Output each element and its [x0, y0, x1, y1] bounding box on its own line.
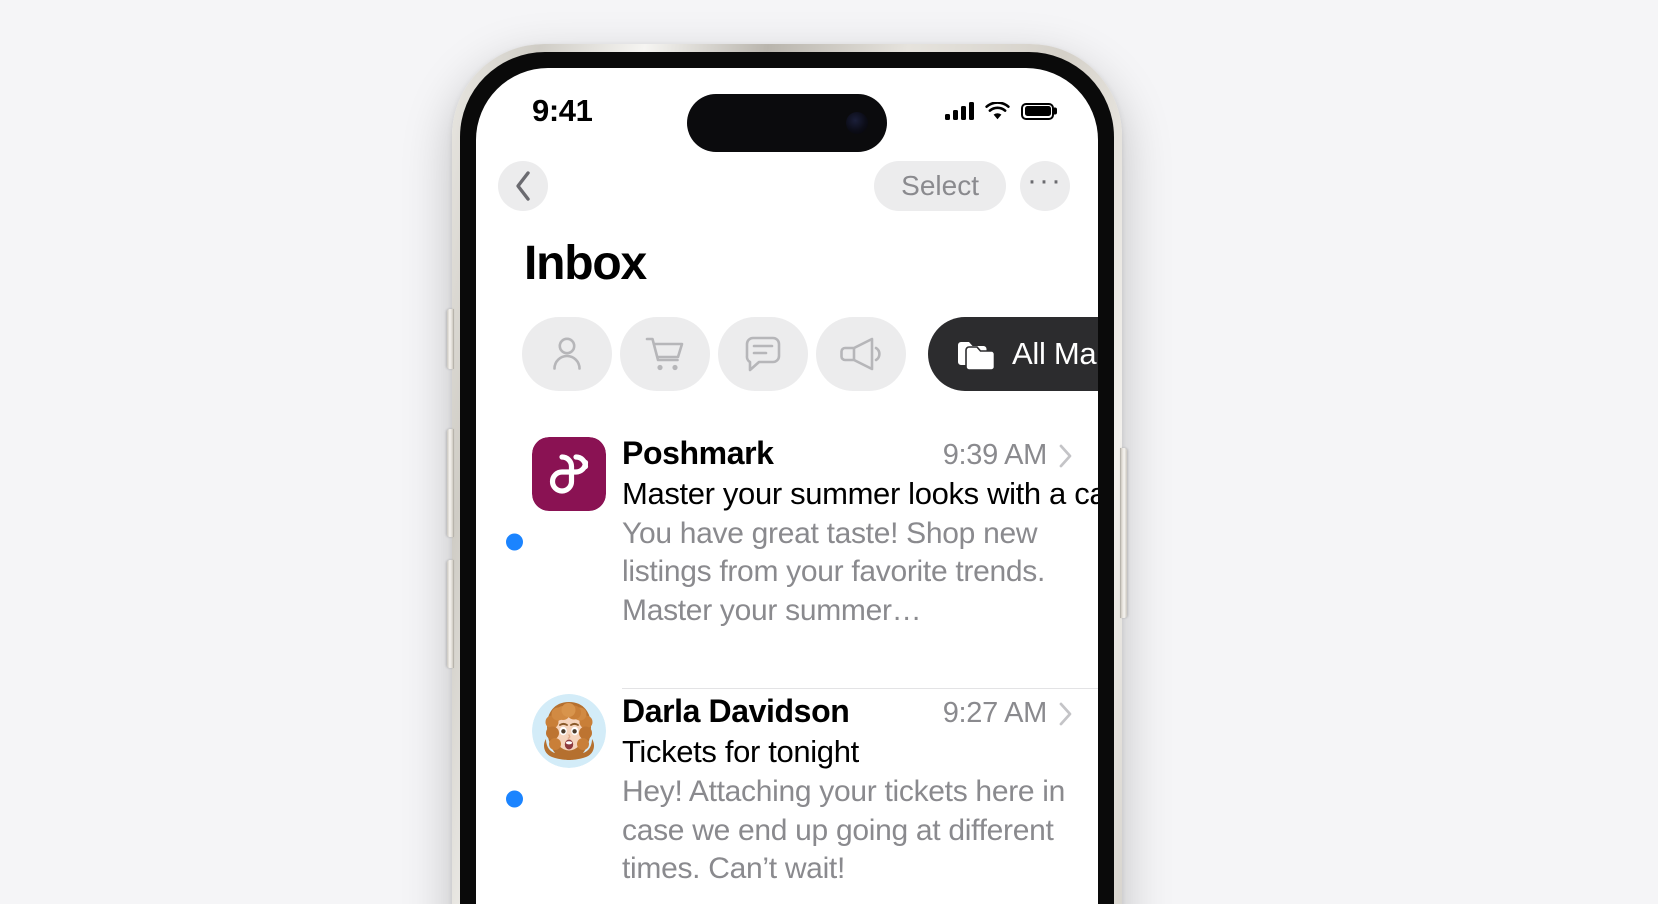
filter-chip-all-mail[interactable]: All Mail [928, 317, 1098, 391]
volume-down-button[interactable] [447, 560, 454, 668]
chevron-right-icon[interactable] [1058, 701, 1074, 727]
side-power-button[interactable] [1120, 448, 1127, 618]
unread-indicator [506, 790, 523, 808]
mail-list: Poshmark 9:39 AM Master your summer look… [476, 413, 1098, 904]
table-row[interactable]: Poshmark 9:39 AM Master your summer look… [476, 413, 1098, 670]
memoji-avatar [532, 694, 606, 769]
back-button[interactable] [498, 161, 548, 211]
select-button[interactable]: Select [874, 161, 1006, 211]
mail-timestamp: 9:39 AM [942, 439, 1048, 471]
mail-row-content: Darla Davidson 9:27 AM Tickets for tonig… [622, 688, 1098, 904]
mail-subject: Tickets for tonight [622, 734, 859, 770]
poshmark-logo [532, 437, 606, 511]
avatar [532, 694, 606, 769]
device-screen: 9:41 Select ··· Inbox All Ma Poshmark 9:… [476, 68, 1098, 904]
mail-row-meta: 9:39 AM [943, 439, 1098, 472]
screenshot-stage: 9:41 Select ··· Inbox All Ma Poshmark 9:… [0, 0, 1658, 904]
status-bar-indicators [945, 101, 1054, 121]
mail-sender: Poshmark [622, 435, 774, 471]
more-options-button[interactable]: ··· [1020, 161, 1070, 211]
all-mail-label: All Mail [1012, 336, 1098, 371]
avatar [532, 437, 606, 511]
battery-icon [1021, 102, 1054, 120]
chevron-right-icon[interactable] [1058, 443, 1074, 469]
action-button[interactable] [447, 309, 454, 369]
filter-chip-row: All Mail [476, 291, 1098, 391]
volume-up-button[interactable] [447, 429, 454, 537]
dynamic-island [687, 94, 887, 152]
mail-row-header: Poshmark 9:39 AM [622, 435, 1098, 472]
mail-timestamp: 9:27 AM [942, 697, 1048, 730]
folder-stack-icon [958, 342, 996, 371]
device-bezel: 9:41 Select ··· Inbox All Ma Poshmark 9:… [460, 52, 1114, 904]
filter-chip-updates[interactable] [718, 317, 808, 391]
page-title: Inbox [524, 237, 647, 290]
iphone-device-frame: 9:41 Select ··· Inbox All Ma Poshmark 9:… [447, 44, 1127, 904]
person-icon [553, 337, 581, 370]
navigation-bar: Select ··· [476, 146, 1098, 220]
mail-app: 9:41 Select ··· Inbox All Ma Poshmark 9:… [476, 68, 1098, 904]
shopping-cart-icon [645, 337, 684, 371]
status-bar: 9:41 [476, 68, 1098, 152]
status-bar-clock: 9:41 [532, 93, 593, 128]
unread-indicator [506, 533, 523, 551]
mail-subject: Master your summer looks with a capsule… [622, 476, 1098, 511]
cellular-signal-icon [945, 102, 974, 120]
megaphone-icon [840, 337, 881, 371]
mail-preview: You have great taste! Shop new listings … [622, 517, 1045, 627]
mail-preview: Hey! Attaching your tickets here in case… [622, 775, 1066, 885]
message-bubble-icon [745, 336, 781, 372]
mail-row-content: Poshmark 9:39 AM Master your summer look… [622, 431, 1098, 652]
mail-sender: Darla Davidson [622, 693, 850, 730]
wifi-icon [985, 101, 1010, 119]
filter-chip-transactions[interactable] [620, 317, 710, 391]
chevron-left-icon [516, 171, 530, 201]
mail-row-meta: 9:27 AM [943, 697, 1098, 730]
table-row[interactable]: Darla Davidson 9:27 AM Tickets for tonig… [476, 670, 1098, 904]
filter-chip-primary[interactable] [522, 317, 612, 391]
filter-chip-promotions[interactable] [816, 317, 906, 391]
mail-row-header: Darla Davidson 9:27 AM [622, 693, 1098, 730]
ellipsis-icon: ··· [1027, 163, 1063, 197]
